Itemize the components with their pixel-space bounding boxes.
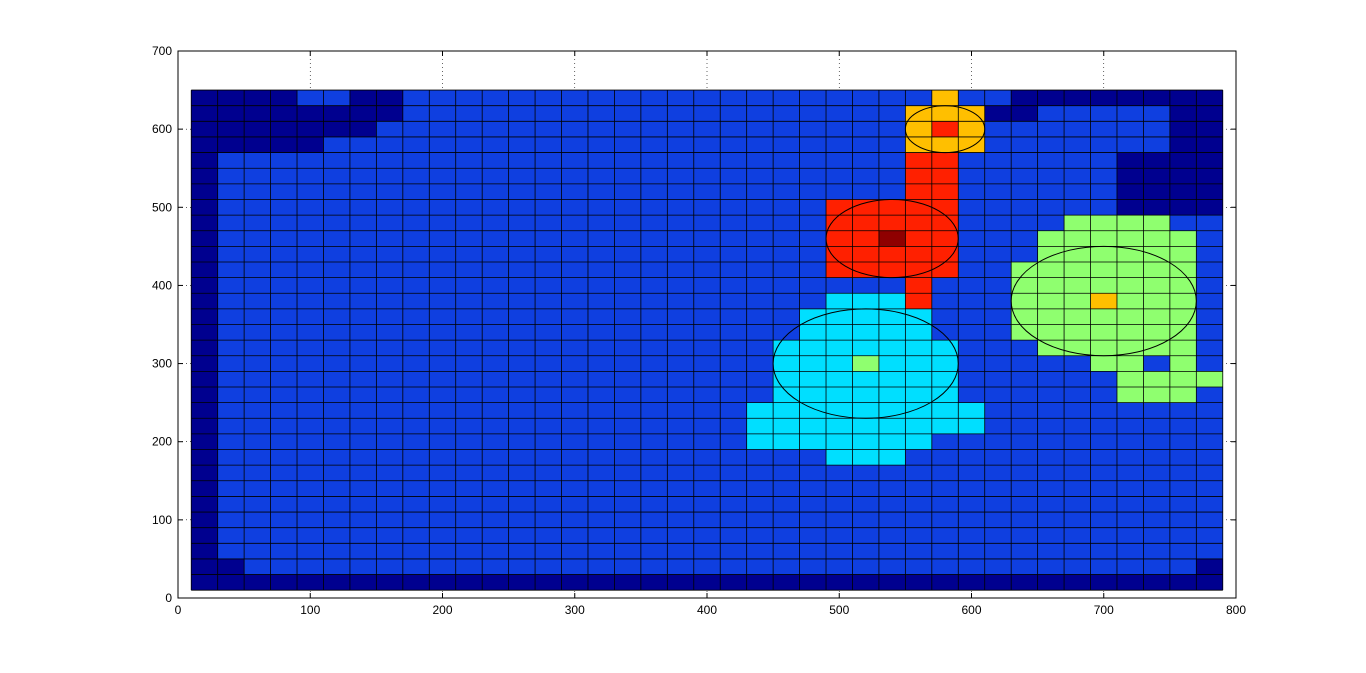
x-tick-label: 500	[829, 603, 849, 617]
x-tick-label: 700	[1094, 603, 1114, 617]
heatmap-patch-level-0	[297, 105, 324, 153]
x-tick-label: 400	[697, 603, 717, 617]
y-tick-label: 100	[152, 513, 172, 527]
heatmap-patch-level-0	[1037, 90, 1223, 106]
heatmap-patch-level-3	[852, 355, 879, 372]
heatmap-patch-level-0	[1011, 90, 1038, 106]
heatmap-patch-level-0	[191, 152, 218, 575]
heatmap-figure: 0 100 200 300 400 500 600 700 800 0 100 200 300 400 50…	[0, 0, 1366, 673]
heatmap-patch-level-5	[931, 121, 959, 137]
x-tick-label: 200	[432, 603, 452, 617]
heatmap-patch-level-2	[826, 449, 906, 466]
plot-area: 0 100 200 300 400 500 600 700 800 0 100 200 300 400 50…	[152, 44, 1246, 617]
y-tick-label: 400	[152, 278, 172, 292]
heatmap-patch-level-2	[746, 402, 985, 419]
x-tick-label: 100	[300, 603, 320, 617]
y-tick-label: 600	[152, 122, 172, 136]
heatmap-patch-level-3	[1037, 340, 1170, 356]
x-tick-label: 600	[961, 603, 981, 617]
x-tick-label: 300	[565, 603, 585, 617]
heatmap-patch-level-0	[244, 574, 1223, 591]
y-tick-label: 200	[152, 435, 172, 449]
heatmap-patch-level-0	[1196, 558, 1223, 575]
heatmap-patch-level-2	[826, 293, 906, 309]
heatmap-patch-level-6	[878, 230, 906, 247]
heatmap-patch-level-4	[931, 90, 959, 106]
x-tick-label: 800	[1226, 603, 1246, 617]
heatmap-patch-level-0	[349, 90, 377, 137]
y-tick-label: 500	[152, 200, 172, 214]
heatmap-patch-level-4	[1090, 293, 1117, 309]
y-tick-label: 700	[152, 44, 172, 58]
y-tick-label: 0	[165, 591, 172, 605]
heatmap-patch-level-3	[1143, 371, 1223, 388]
x-tick-label: 0	[175, 603, 182, 617]
y-tick-label: 300	[152, 357, 172, 371]
